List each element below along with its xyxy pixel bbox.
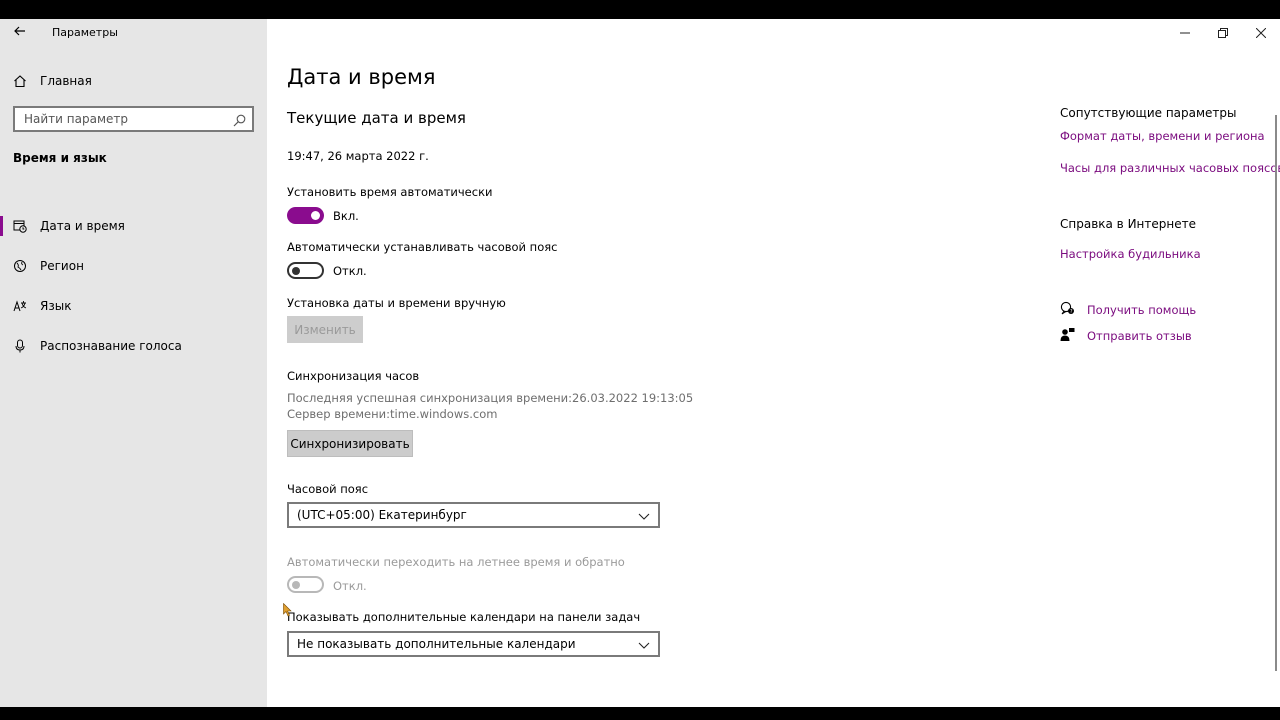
related-settings-heading: Сопутствующие параметры <box>1060 106 1237 120</box>
sidebar-item-label: Регион <box>40 259 84 273</box>
sidebar-item-language[interactable]: Язык <box>13 288 267 324</box>
sync-heading: Синхронизация часов <box>287 369 420 383</box>
auto-time-state: Вкл. <box>333 209 359 223</box>
auto-timezone-toggle[interactable] <box>287 262 324 279</box>
restore-icon[interactable] <box>1204 19 1242 47</box>
chevron-down-icon <box>638 510 650 520</box>
calendar-clock-icon <box>13 219 27 233</box>
online-help-heading: Справка в Интернете <box>1060 217 1196 231</box>
last-sync-text: Последняя успешная синхронизация времени… <box>287 391 694 405</box>
settings-window: Параметры Главная Время и язык Дата и вр… <box>0 19 1280 707</box>
link-alarm-setup[interactable]: Настройка будильника <box>1060 247 1201 261</box>
feedback-person-icon <box>1060 327 1075 342</box>
current-datetime: 19:47, 26 марта 2022 г. <box>287 149 429 163</box>
toggle-knob <box>311 211 320 220</box>
scrollbar[interactable] <box>1275 115 1277 671</box>
sidebar-item-label: Распознавание голоса <box>40 339 182 353</box>
app-title: Параметры <box>52 26 118 39</box>
link-get-help[interactable]: Получить помощь <box>1087 303 1196 317</box>
section-title: Время и язык <box>13 151 107 165</box>
nav-home[interactable]: Главная <box>13 71 92 91</box>
link-date-format[interactable]: Формат даты, времени и региона <box>1060 129 1265 143</box>
svg-text:?: ? <box>1070 309 1073 315</box>
page-title: Дата и время <box>287 65 436 89</box>
sidebar: Параметры Главная Время и язык Дата и вр… <box>0 19 267 707</box>
toggle-knob <box>292 266 300 275</box>
manual-set-label: Установка даты и времени вручную <box>287 296 506 310</box>
section-heading-current: Текущие дата и время <box>287 109 466 127</box>
help-chat-icon: ? <box>1060 301 1075 316</box>
time-server-text: Сервер времени:time.windows.com <box>287 407 498 421</box>
link-additional-clocks[interactable]: Часы для различных часовых поясов <box>1060 161 1280 175</box>
auto-timezone-state: Откл. <box>333 264 367 278</box>
language-icon <box>13 299 27 313</box>
calendars-value: Не показывать дополнительные календари <box>297 637 576 651</box>
dst-state: Откл. <box>333 579 367 593</box>
search-box[interactable] <box>13 106 254 132</box>
toggle-knob <box>292 580 300 589</box>
calendars-label: Показывать дополнительные календари на п… <box>287 610 641 624</box>
search-input[interactable] <box>15 108 215 130</box>
back-arrow-icon[interactable] <box>10 22 30 42</box>
sidebar-item-speech[interactable]: Распознавание голоса <box>13 328 267 364</box>
microphone-icon <box>13 339 27 353</box>
calendars-select[interactable]: Не показывать дополнительные календари <box>287 631 660 657</box>
link-send-feedback[interactable]: Отправить отзыв <box>1087 329 1192 343</box>
mouse-cursor-icon <box>283 602 293 617</box>
sidebar-item-label: Язык <box>40 299 72 313</box>
auto-time-toggle[interactable] <box>287 207 324 224</box>
auto-time-label: Установить время автоматически <box>287 185 493 199</box>
sync-button[interactable]: Синхронизировать <box>287 430 413 457</box>
sidebar-item-label: Дата и время <box>40 219 125 233</box>
timezone-select[interactable]: (UTC+05:00) Екатеринбург <box>287 502 660 528</box>
sidebar-item-region[interactable]: Регион <box>13 248 267 284</box>
timezone-value: (UTC+05:00) Екатеринбург <box>297 508 467 522</box>
change-button[interactable]: Изменить <box>287 316 363 343</box>
window-controls <box>1166 19 1280 47</box>
minimize-icon[interactable] <box>1166 19 1204 47</box>
auto-timezone-label: Автоматически устанавливать часовой пояс <box>287 240 558 254</box>
timezone-label: Часовой пояс <box>287 482 369 496</box>
dst-label: Автоматически переходить на летнее время… <box>287 555 625 569</box>
search-icon[interactable] <box>233 112 246 127</box>
globe-icon <box>13 259 27 273</box>
chevron-down-icon <box>638 639 650 649</box>
nav-home-label: Главная <box>40 74 92 88</box>
dst-toggle[interactable] <box>287 576 324 593</box>
sidebar-item-date-time[interactable]: Дата и время <box>0 208 267 244</box>
close-icon[interactable] <box>1242 19 1280 47</box>
home-icon <box>13 74 27 88</box>
